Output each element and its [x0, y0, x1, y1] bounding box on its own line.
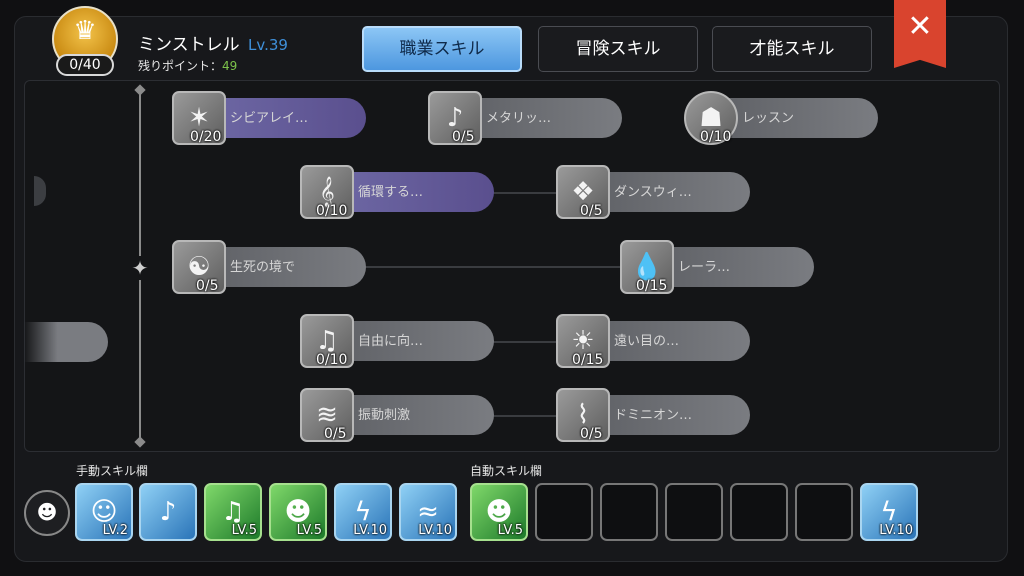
- manual-skill-bar-label: 手動スキル欄: [76, 464, 149, 478]
- remaining-points: 残りポイント：49: [138, 57, 237, 74]
- skill-name: 遠い目の…: [614, 334, 680, 349]
- auto-skill-bar-label: 自動スキル欄: [470, 464, 543, 478]
- manual-slot[interactable]: ☺ LV.2: [75, 483, 133, 541]
- skill-name: シビアレイ…: [230, 111, 309, 126]
- character-level: Lv.39: [248, 36, 288, 54]
- slot-level: LV.5: [231, 523, 257, 538]
- skill-name: 振動刺激: [358, 408, 411, 423]
- skill-points: 0/15: [636, 278, 668, 294]
- skill-points: 0/10: [316, 352, 348, 368]
- auto-slot[interactable]: ☻ LV.5: [470, 483, 528, 541]
- slot-level: LV.2: [102, 523, 128, 538]
- skill-points: 0/5: [452, 129, 475, 145]
- skill-window: ♛ 0/40 ミンストレル Lv.39 残りポイント：49 職業スキル 冒険スキ…: [0, 0, 1024, 576]
- manual-slot[interactable]: ♫ LV.5: [204, 483, 262, 541]
- auto-slot-empty[interactable]: [665, 483, 723, 541]
- remaining-points-value: 49: [222, 59, 238, 73]
- remaining-points-label: 残りポイント：: [138, 59, 223, 73]
- manual-slot[interactable]: ≈ LV.10: [399, 483, 457, 541]
- slot-level: LV.10: [879, 523, 913, 538]
- dancer-icon: ♪: [159, 497, 177, 527]
- connector-line: [493, 192, 557, 194]
- skill-name: 循環する…: [358, 185, 424, 200]
- skill-node[interactable]: 𝄞 循環する… 0/10: [300, 165, 494, 219]
- skill-node[interactable]: ⌇ ドミニオン… 0/5: [556, 388, 750, 442]
- skill-node[interactable]: 💧 レーラ… 0/15: [620, 240, 814, 294]
- skill-points: 0/15: [572, 352, 604, 368]
- slot-level: LV.10: [418, 523, 452, 538]
- auto-slot-empty[interactable]: [535, 483, 593, 541]
- connector-line: [365, 266, 621, 268]
- skill-node[interactable]: ☗ レッスン 0/10: [684, 91, 878, 145]
- manual-slot[interactable]: ♪: [139, 483, 197, 541]
- tier-ornament-icon: ✦: [128, 256, 152, 280]
- tab-talent-skills[interactable]: 才能スキル: [712, 26, 872, 72]
- skill-name: レッスン: [742, 111, 795, 126]
- skill-node[interactable]: ♪ メタリッ… 0/5: [428, 91, 622, 145]
- skill-points: 0/5: [324, 426, 347, 442]
- skill-node[interactable]: ☯ 生死の境で 0/5: [172, 240, 366, 294]
- skill-points: 0/5: [196, 278, 219, 294]
- skill-node[interactable]: ≋ 振動刺激 0/5: [300, 388, 494, 442]
- emote-face-icon[interactable]: ☻: [24, 490, 70, 536]
- auto-slot-empty[interactable]: [730, 483, 788, 541]
- manual-slot[interactable]: ☻ LV.5: [269, 483, 327, 541]
- skill-node[interactable]: ❖ ダンスウィ… 0/5: [556, 165, 750, 219]
- skill-points: 0/10: [700, 129, 732, 145]
- auto-slot-empty[interactable]: [795, 483, 853, 541]
- skill-name: ダンスウィ…: [614, 185, 692, 200]
- close-button[interactable]: ✕: [894, 0, 946, 68]
- skill-node[interactable]: ☀ 遠い目の… 0/15: [556, 314, 750, 368]
- character-name: ミンストレル: [138, 35, 240, 55]
- skill-name: メタリッ…: [486, 111, 552, 126]
- close-icon: ✕: [907, 9, 933, 44]
- skill-node[interactable]: ♫ 自由に向… 0/10: [300, 314, 494, 368]
- connector-line: [493, 341, 557, 343]
- skill-name: 自由に向…: [358, 334, 424, 349]
- skill-points: 0/5: [580, 203, 603, 219]
- tab-job-skills[interactable]: 職業スキル: [362, 26, 522, 72]
- skill-name: 生死の境で: [230, 260, 296, 275]
- points-used: 0/40: [56, 54, 114, 76]
- slot-level: LV.5: [497, 523, 523, 538]
- skill-points: 0/10: [316, 203, 348, 219]
- auto-slot-empty[interactable]: [600, 483, 658, 541]
- skill-node[interactable]: ✶ シビアレイ… 0/20: [172, 91, 366, 145]
- partial-skill-bar[interactable]: [24, 322, 108, 362]
- auto-slot[interactable]: ϟ LV.10: [860, 483, 918, 541]
- skill-points: 0/5: [580, 426, 603, 442]
- connector-line: [493, 415, 557, 417]
- skill-name: レーラ…: [678, 260, 731, 275]
- slot-level: LV.5: [296, 523, 322, 538]
- slot-level: LV.10: [353, 523, 387, 538]
- manual-slot[interactable]: ϟ LV.10: [334, 483, 392, 541]
- skill-points: 0/20: [190, 129, 222, 145]
- tab-adventure-skills[interactable]: 冒険スキル: [538, 26, 698, 72]
- skill-name: ドミニオン…: [614, 408, 693, 423]
